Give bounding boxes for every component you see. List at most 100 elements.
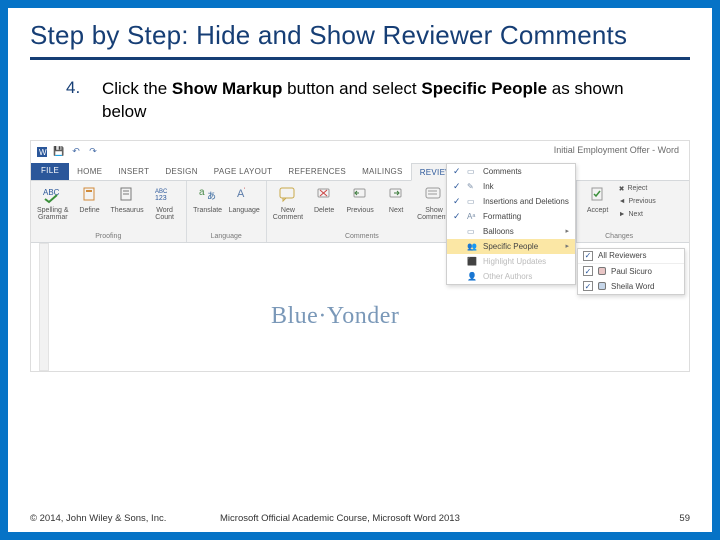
spelling-label: Spelling & Grammar: [37, 207, 69, 221]
reviewer-all[interactable]: ✓All Reviewers: [578, 249, 684, 264]
chevron-right-icon: ▸: [565, 242, 569, 250]
newcomment-label: New Comment: [273, 207, 303, 221]
check-icon: ✓: [453, 211, 461, 222]
title-bar: W 💾 ↶ ↷ Initial Employment Offer - Word: [31, 141, 689, 163]
newcomment-button[interactable]: New Comment: [273, 183, 303, 221]
word-screenshot: W 💾 ↶ ↷ Initial Employment Offer - Word …: [30, 140, 690, 372]
reviewer-1[interactable]: ✓ Paul Sicuro: [578, 264, 684, 279]
translate-icon: aあ: [197, 183, 219, 205]
group-proofing-label: Proofing: [37, 233, 180, 241]
tab-file[interactable]: FILE: [31, 163, 69, 180]
step-bold-specificpeople: Specific People: [421, 79, 547, 98]
insertions-icon: ▭: [467, 197, 477, 206]
deletecomment-button[interactable]: Delete: [309, 183, 339, 214]
thesaurus-label: Thesaurus: [111, 207, 144, 214]
menu-balloons[interactable]: ▭Balloons▸: [447, 224, 575, 239]
menu-ink-label: Ink: [483, 182, 494, 191]
wordcount-label: Word Count: [155, 207, 174, 221]
reject-button[interactable]: ✖Reject: [619, 183, 656, 195]
vertical-ruler: [39, 243, 49, 371]
menu-other-authors[interactable]: 👤 Other Authors: [447, 269, 575, 284]
thesaurus-button[interactable]: Thesaurus: [111, 183, 144, 214]
group-proofing: ABC Spelling & Grammar Define Thesaurus …: [31, 181, 187, 242]
reject-label: Reject: [627, 185, 647, 192]
reviewer-all-label: All Reviewers: [598, 251, 646, 260]
translate-label: Translate: [193, 207, 222, 214]
menu-balloons-label: Balloons: [483, 227, 514, 236]
next-label: Next: [389, 207, 403, 214]
menu-formatting[interactable]: ✓AᵃFormatting: [447, 209, 575, 224]
accept-label: Accept: [587, 207, 608, 214]
check-icon: ✓: [453, 166, 461, 177]
copyright: © 2014, John Wiley & Sons, Inc.: [30, 513, 166, 524]
tab-mailings[interactable]: MAILINGS: [354, 163, 411, 180]
svg-text:W: W: [39, 148, 47, 157]
reviewer-color-icon: [598, 282, 606, 290]
tab-pagelayout[interactable]: PAGE LAYOUT: [206, 163, 281, 180]
previous-icon: [349, 183, 371, 205]
slide-title: Step by Step: Hide and Show Reviewer Com…: [30, 20, 690, 60]
check-icon: ✓: [453, 196, 461, 207]
checkbox-icon: ✓: [583, 281, 593, 291]
prevchange-label: Previous: [629, 198, 656, 205]
menu-highlight-updates[interactable]: ⬛Highlight Updates: [447, 254, 575, 269]
reviewer-color-icon: [598, 267, 606, 275]
reviewer-1-label: Paul Sicuro: [611, 267, 652, 276]
step-number: 4.: [66, 78, 84, 124]
tab-design[interactable]: DESIGN: [157, 163, 205, 180]
spelling-icon: ABC: [42, 183, 64, 205]
ink-icon: ✎: [467, 182, 477, 191]
step-bold-showmarkup: Show Markup: [172, 79, 283, 98]
spelling-button[interactable]: ABC Spelling & Grammar: [37, 183, 69, 221]
tab-references[interactable]: REFERENCES: [280, 163, 354, 180]
language-button[interactable]: A' Language: [229, 183, 260, 214]
menu-ink[interactable]: ✓✎Ink: [447, 179, 575, 194]
instruction-step: 4. Click the Show Markup button and sele…: [30, 78, 690, 124]
prevchange-button[interactable]: ◄Previous: [619, 196, 656, 208]
group-comments: New Comment Delete Previous Next Show Co…: [267, 181, 458, 242]
nextchange-label: Next: [629, 211, 643, 218]
group-changes-label: Changes: [583, 233, 656, 241]
previous-icon: ◄: [619, 198, 626, 205]
slide-footer: © 2014, John Wiley & Sons, Inc. Microsof…: [30, 513, 690, 524]
authors-icon: 👤: [467, 272, 477, 281]
nextcomment-button[interactable]: Next: [381, 183, 411, 214]
save-icon[interactable]: 💾: [52, 145, 66, 159]
comment-icon: ▭: [467, 167, 477, 176]
menu-comments[interactable]: ✓▭Comments: [447, 164, 575, 179]
word-icon: W: [35, 145, 49, 159]
document-logo-text: Blue·Yonder: [271, 303, 399, 330]
menu-insertions-label: Insertions and Deletions: [483, 197, 569, 206]
reviewer-2-label: Sheila Word: [611, 282, 654, 291]
formatting-icon: Aᵃ: [467, 212, 477, 221]
previous-label: Previous: [346, 207, 373, 214]
menu-specific-people[interactable]: 👥 Specific People ▸: [447, 239, 575, 254]
accept-icon: [587, 183, 609, 205]
delete-icon: [313, 183, 335, 205]
ribbon: ABC Spelling & Grammar Define Thesaurus …: [31, 181, 689, 243]
reviewer-2[interactable]: ✓ Sheila Word: [578, 279, 684, 294]
accept-button[interactable]: Accept: [583, 183, 613, 214]
delete-label: Delete: [314, 207, 334, 214]
undo-icon[interactable]: ↶: [69, 145, 83, 159]
wordcount-button[interactable]: ABC123 Word Count: [150, 183, 180, 221]
prevcomment-button[interactable]: Previous: [345, 183, 375, 214]
specific-people-submenu: ✓All Reviewers ✓ Paul Sicuro ✓ Sheila Word: [577, 248, 685, 295]
menu-updates-label: Highlight Updates: [483, 257, 546, 266]
people-icon: 👥: [467, 242, 477, 251]
language-icon: A': [233, 183, 255, 205]
chevron-right-icon: ▸: [565, 227, 569, 235]
tab-insert[interactable]: INSERT: [110, 163, 157, 180]
menu-authors-label: Other Authors: [483, 272, 532, 281]
tab-home[interactable]: HOME: [69, 163, 110, 180]
redo-icon[interactable]: ↷: [86, 145, 100, 159]
translate-button[interactable]: aあ Translate: [193, 183, 223, 214]
svg-text:123: 123: [155, 195, 167, 202]
menu-people-label: Specific People: [483, 242, 538, 251]
nextchange-button[interactable]: ►Next: [619, 209, 656, 221]
checkbox-icon: ✓: [583, 266, 593, 276]
svg-text:a: a: [199, 187, 205, 198]
showmarkup-menu: ✓▭Comments ✓✎Ink ✓▭Insertions and Deleti…: [446, 163, 576, 285]
menu-insertions[interactable]: ✓ ▭ Insertions and Deletions: [447, 194, 575, 209]
define-button[interactable]: Define: [75, 183, 105, 214]
